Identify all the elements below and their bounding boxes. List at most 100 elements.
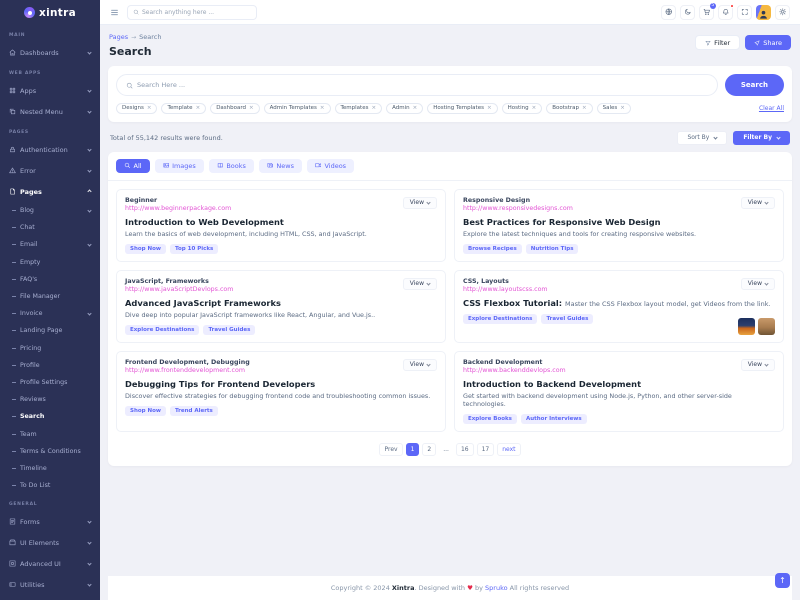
remove-tag-icon[interactable]: × — [196, 105, 201, 111]
view-button[interactable]: View — [741, 359, 775, 372]
remove-tag-icon[interactable]: × — [371, 105, 376, 111]
sidebar-item-to-do-list[interactable]: To Do List — [0, 477, 100, 494]
result-badge-trend-alerts[interactable]: Trend Alerts — [170, 406, 218, 416]
tag-designs[interactable]: Designs× — [116, 103, 157, 114]
result-badge-explore-books[interactable]: Explore Books — [463, 414, 517, 424]
sidebar-item-error[interactable]: Error — [0, 160, 100, 181]
notifications-button[interactable] — [718, 5, 733, 20]
sidebar-item-faq-s[interactable]: FAQ's — [0, 271, 100, 288]
result-url[interactable]: http://www.responsivedesigns.com — [463, 205, 775, 212]
tab-images[interactable]: Images — [155, 159, 204, 173]
result-badge-author-interviews[interactable]: Author Interviews — [521, 414, 587, 424]
result-badge-nutrition-tips[interactable]: Nutrition Tips — [526, 244, 579, 254]
topbar-search[interactable] — [127, 5, 257, 20]
filter-by-dropdown[interactable]: Filter By — [733, 131, 790, 145]
tag-template[interactable]: Template× — [161, 103, 206, 114]
sidebar-item-empty[interactable]: Empty — [0, 254, 100, 271]
sort-by-dropdown[interactable]: Sort By — [677, 131, 727, 145]
tag-hosting-templates[interactable]: Hosting Templates× — [427, 103, 497, 114]
user-avatar[interactable] — [756, 5, 771, 20]
settings-button[interactable] — [775, 5, 790, 20]
sidebar-item-profile-settings[interactable]: Profile Settings — [0, 374, 100, 391]
sidebar-item-ui-elements[interactable]: UI Elements — [0, 532, 100, 553]
remove-tag-icon[interactable]: × — [532, 105, 537, 111]
remove-tag-icon[interactable]: × — [249, 105, 254, 111]
sidebar-item-pages[interactable]: Pages — [0, 181, 100, 202]
topbar-search-input[interactable] — [142, 9, 251, 16]
result-url[interactable]: http://www.layoutscss.com — [463, 286, 775, 293]
tag-admin[interactable]: Admin× — [386, 103, 423, 114]
fullscreen-button[interactable] — [737, 5, 752, 20]
sidebar-item-reviews[interactable]: Reviews — [0, 391, 100, 408]
cart-button[interactable]: 5 — [699, 5, 714, 20]
sidebar-item-email[interactable]: Email — [0, 236, 100, 253]
sidebar-item-nested-menu[interactable]: Nested Menu — [0, 101, 100, 122]
pagination-page-17[interactable]: 17 — [477, 443, 495, 456]
remove-tag-icon[interactable]: × — [413, 105, 418, 111]
tag-dashboard[interactable]: Dashboard× — [210, 103, 259, 114]
result-badge-shop-now[interactable]: Shop Now — [125, 244, 166, 254]
sidebar-item-apps[interactable]: Apps — [0, 80, 100, 101]
sidebar-item-forms[interactable]: Forms — [0, 511, 100, 532]
sidebar-item-invoice[interactable]: Invoice — [0, 305, 100, 322]
view-button[interactable]: View — [403, 278, 437, 291]
result-url[interactable]: http://www.frontenddevelopment.com — [125, 367, 437, 374]
tab-books[interactable]: Books — [209, 159, 254, 173]
pagination-page-1[interactable]: 1 — [406, 443, 420, 456]
share-button[interactable]: Share — [745, 35, 791, 50]
footer-agency-link[interactable]: Spruko — [485, 584, 508, 592]
pagination-next[interactable]: next — [497, 443, 520, 456]
remove-tag-icon[interactable]: × — [320, 105, 325, 111]
remove-tag-icon[interactable]: × — [582, 105, 587, 111]
tag-hosting[interactable]: Hosting× — [502, 103, 543, 114]
result-url[interactable]: http://www.beginnerpackage.com — [125, 205, 437, 212]
result-url[interactable]: http://www.javaScriptDevlops.com — [125, 286, 437, 293]
sidebar-item-chat[interactable]: Chat — [0, 219, 100, 236]
result-badge-travel-guides[interactable]: Travel Guides — [203, 325, 255, 335]
brand-logo[interactable]: xintra — [0, 0, 100, 25]
sidebar-item-authentication[interactable]: Authentication — [0, 139, 100, 160]
tag-admin-templates[interactable]: Admin Templates× — [264, 103, 331, 114]
breadcrumb-parent[interactable]: Pages — [109, 33, 128, 41]
result-badge-explore-destinations[interactable]: Explore Destinations — [463, 314, 537, 324]
scroll-to-top-button[interactable]: ↑ — [775, 573, 790, 588]
tag-sales[interactable]: Sales× — [597, 103, 631, 114]
sidebar-item-landing-page[interactable]: Landing Page — [0, 322, 100, 339]
clear-all-link[interactable]: Clear All — [759, 105, 784, 112]
remove-tag-icon[interactable]: × — [620, 105, 625, 111]
remove-tag-icon[interactable]: × — [487, 105, 492, 111]
hamburger-menu-button[interactable] — [110, 8, 119, 17]
result-badge-shop-now[interactable]: Shop Now — [125, 406, 166, 416]
view-button[interactable]: View — [741, 197, 775, 210]
result-badge-explore-destinations[interactable]: Explore Destinations — [125, 325, 199, 335]
sidebar-item-timeline[interactable]: Timeline — [0, 460, 100, 477]
view-button[interactable]: View — [741, 278, 775, 291]
tab-videos[interactable]: Videos — [307, 159, 354, 173]
pagination-page-16[interactable]: 16 — [456, 443, 474, 456]
pagination-prev[interactable]: Prev — [379, 443, 402, 456]
thumbnail-image[interactable] — [738, 318, 755, 335]
remove-tag-icon[interactable]: × — [147, 105, 152, 111]
sidebar-item-advanced-ui[interactable]: Advanced UI — [0, 553, 100, 574]
main-search-field[interactable] — [116, 74, 718, 96]
view-button[interactable]: View — [403, 197, 437, 210]
result-badge-travel-guides[interactable]: Travel Guides — [541, 314, 593, 324]
tag-bootstrap[interactable]: Bootstrap× — [546, 103, 592, 114]
view-button[interactable]: View — [403, 359, 437, 372]
sidebar-item-search[interactable]: Search — [0, 408, 100, 425]
result-badge-top-10-picks[interactable]: Top 10 Picks — [170, 244, 218, 254]
filter-button[interactable]: Filter — [695, 35, 740, 50]
main-search-input[interactable] — [137, 81, 708, 89]
sidebar-item-terms-conditions[interactable]: Terms & Conditions — [0, 443, 100, 460]
tag-templates[interactable]: Templates× — [335, 103, 383, 114]
tab-all[interactable]: All — [116, 159, 150, 173]
sidebar-item-blog[interactable]: Blog — [0, 202, 100, 219]
sidebar-item-dashboards[interactable]: Dashboards — [0, 42, 100, 63]
sidebar-item-file-manager[interactable]: File Manager — [0, 288, 100, 305]
tab-news[interactable]: News — [259, 159, 302, 173]
sidebar-item-pricing[interactable]: Pricing — [0, 340, 100, 357]
pagination-page-2[interactable]: 2 — [422, 443, 436, 456]
sidebar-item-profile[interactable]: Profile — [0, 357, 100, 374]
translate-button[interactable] — [661, 5, 676, 20]
result-url[interactable]: http://www.backenddevlops.com — [463, 367, 775, 374]
